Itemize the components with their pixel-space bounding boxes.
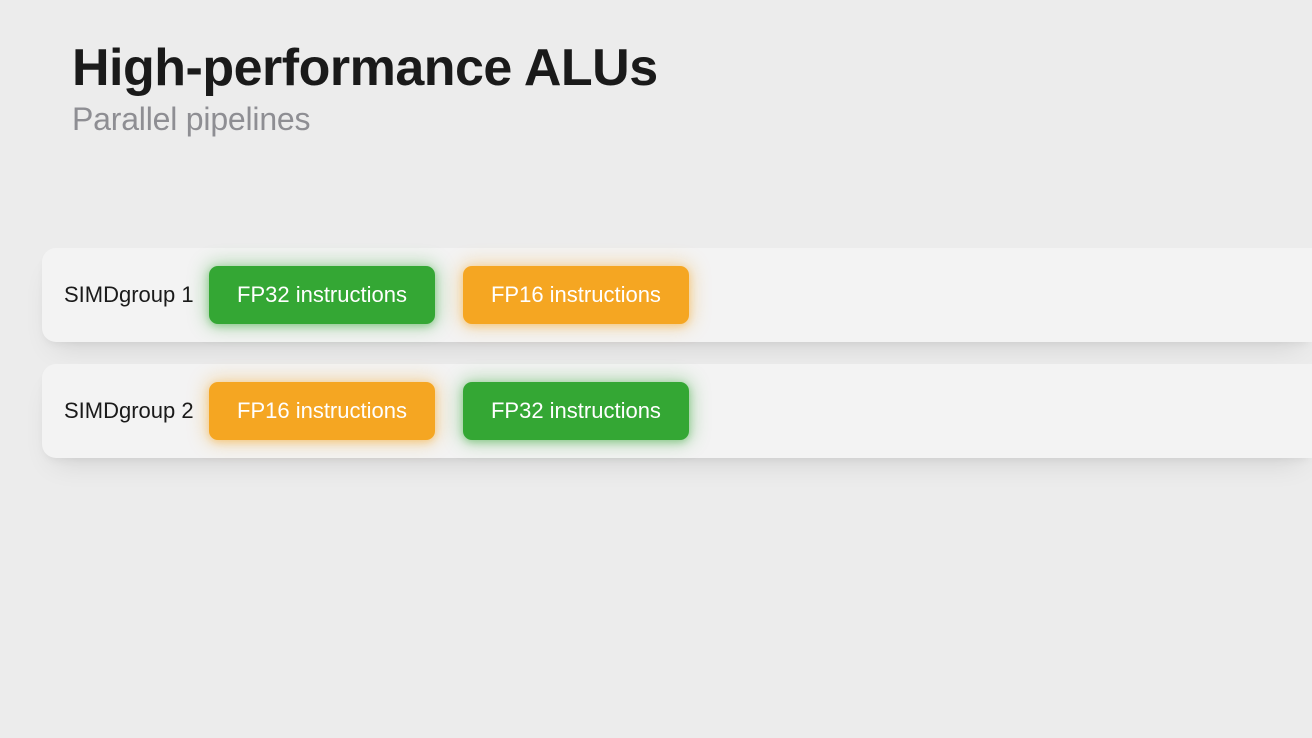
slide-title: High-performance ALUs [72, 40, 1312, 97]
simdgroup-lane-1: SIMDgroup 1 FP32 instructions FP16 instr… [42, 248, 1312, 342]
instruction-blocks: FP16 instructions FP32 instructions [209, 382, 689, 440]
instruction-blocks: FP32 instructions FP16 instructions [209, 266, 689, 324]
fp16-instruction-block: FP16 instructions [463, 266, 689, 324]
slide-header: High-performance ALUs Parallel pipelines [0, 0, 1312, 138]
fp32-instruction-block: FP32 instructions [209, 266, 435, 324]
slide-subtitle: Parallel pipelines [72, 101, 1312, 138]
lane-label: SIMDgroup 1 [64, 282, 209, 308]
pipeline-lanes: SIMDgroup 1 FP32 instructions FP16 instr… [0, 248, 1312, 458]
simdgroup-lane-2: SIMDgroup 2 FP16 instructions FP32 instr… [42, 364, 1312, 458]
fp16-instruction-block: FP16 instructions [209, 382, 435, 440]
fp32-instruction-block: FP32 instructions [463, 382, 689, 440]
lane-label: SIMDgroup 2 [64, 398, 209, 424]
